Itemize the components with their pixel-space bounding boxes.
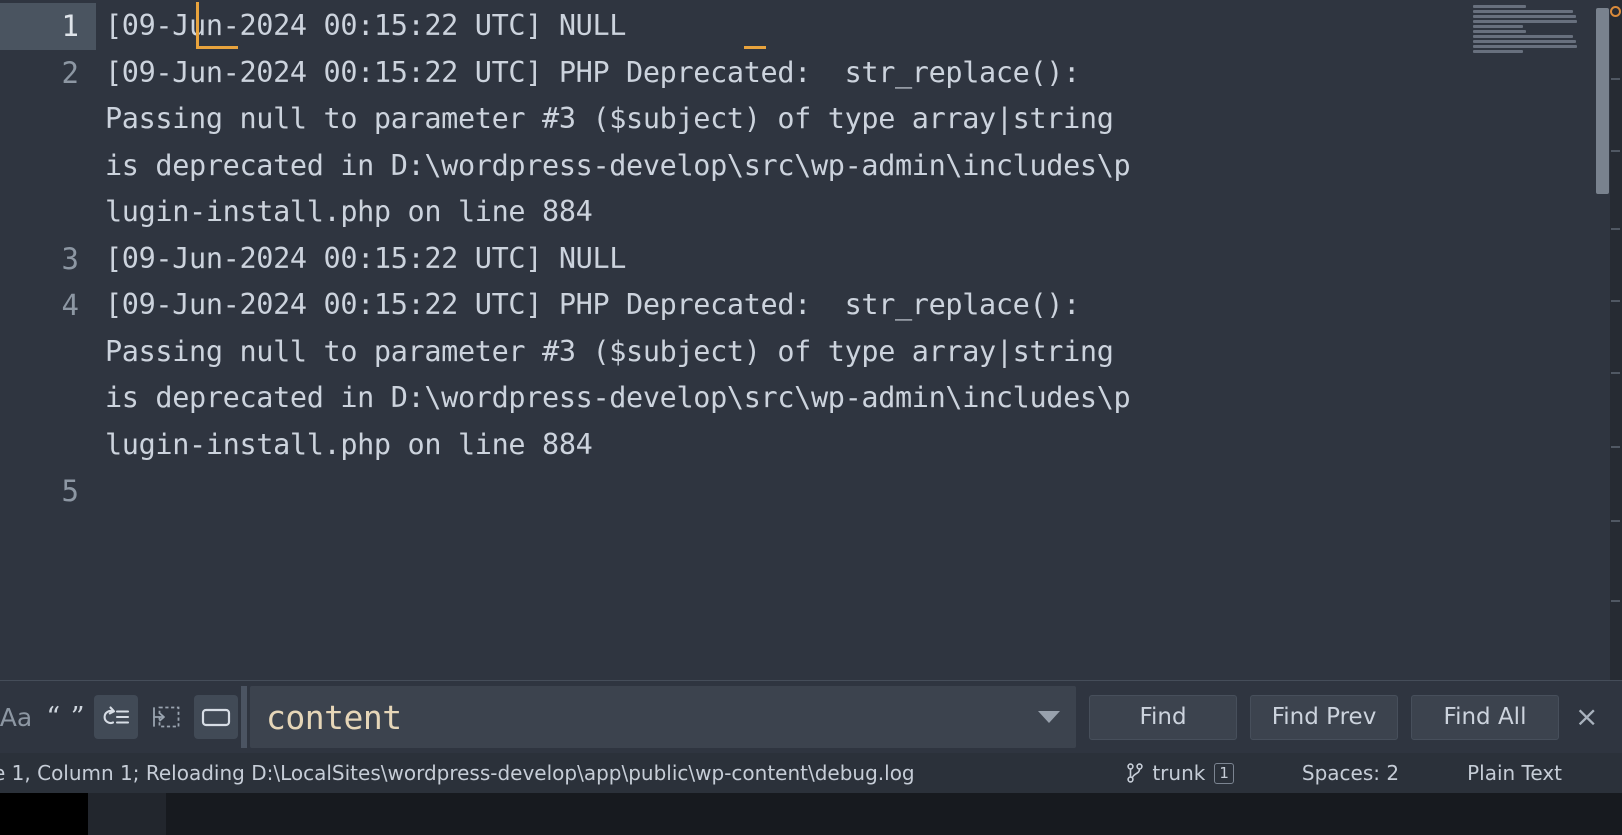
branch-icon [1127,763,1144,783]
code-line[interactable]: [09-Jun-2024 00:15:22 UTC] PHP Deprecate… [96,50,1622,97]
record-icon [1610,6,1621,17]
code-line[interactable]: Passing null to parameter #3 ($subject) … [96,329,1622,376]
branch-name: trunk [1152,761,1206,785]
find-bar: Aa “ ” content Find Find Prev Find All × [0,680,1622,753]
active-line-underline [196,46,238,49]
branch-count-badge: 1 [1214,762,1234,784]
line-number-continuation[interactable] [0,189,96,236]
code-line[interactable] [96,468,1622,515]
code-line[interactable]: lugin-install.php on line 884 [96,189,1622,236]
adjacent-window-sliver [1610,0,1622,793]
status-right-group: trunk 1 Spaces: 2 Plain Text [1093,753,1596,793]
minimap-line [1473,35,1573,38]
case-sensitive-icon[interactable]: Aa [0,695,38,739]
status-message: e 1, Column 1; Reloading D:\LocalSites\w… [0,761,915,785]
close-icon[interactable]: × [1575,703,1598,731]
minimap-line [1473,45,1577,48]
code-line[interactable]: [09-Jun-2024 00:15:22 UTC] NULL [96,3,1622,50]
find-button[interactable]: Find [1089,694,1237,740]
search-match-underline [744,46,766,49]
code-line[interactable]: [09-Jun-2024 00:15:22 UTC] PHP Deprecate… [96,282,1622,329]
status-bar: e 1, Column 1; Reloading D:\LocalSites\w… [0,753,1622,793]
search-input-value[interactable]: content [250,698,1038,737]
case-sensitive-label: Aa [0,702,33,732]
minimap-line [1473,25,1523,28]
minimap-line [1473,5,1527,8]
code-line[interactable]: [09-Jun-2024 00:15:22 UTC] NULL [96,236,1622,283]
editor-window: 12345 [09-Jun-2024 00:15:22 UTC] NULL [09… [0,0,1622,835]
line-number[interactable]: 3 [0,236,96,283]
in-selection-icon[interactable] [144,695,188,739]
line-number-continuation[interactable] [0,422,96,469]
minimap-line [1473,20,1577,23]
line-number[interactable]: 5 [0,468,96,515]
line-number[interactable]: 4 [0,282,96,329]
text-cursor [196,2,199,48]
find-prev-button[interactable]: Find Prev [1250,694,1398,740]
chevron-down-icon[interactable] [1038,711,1060,723]
whole-word-label: “ ” [46,701,86,733]
bottom-strip [0,793,1622,835]
minimap-line [1473,30,1527,33]
line-number-continuation[interactable] [0,96,96,143]
editor-area[interactable]: 12345 [09-Jun-2024 00:15:22 UTC] NULL [09… [0,0,1622,680]
minimap-line [1473,50,1523,53]
code-pane[interactable]: [09-Jun-2024 00:15:22 UTC] NULL [09-Jun-2… [96,0,1622,680]
minimap-line [1473,40,1577,43]
status-indentation[interactable]: Spaces: 2 [1268,761,1433,785]
scrollbar-thumb[interactable] [1596,8,1609,194]
whole-word-icon[interactable]: “ ” [44,695,88,739]
status-syntax[interactable]: Plain Text [1433,761,1596,785]
editor-vertical-scrollbar[interactable] [1594,0,1610,680]
line-number[interactable]: 1 [0,3,96,50]
code-line[interactable]: is deprecated in D:\wordpress-develop\sr… [96,375,1622,422]
status-branch[interactable]: trunk 1 [1093,761,1268,785]
line-number-continuation[interactable] [0,375,96,422]
minimap-line [1473,15,1577,18]
code-line[interactable]: lugin-install.php on line 884 [96,422,1622,469]
line-number[interactable]: 2 [0,50,96,97]
search-input-edge [241,686,247,748]
line-number-continuation[interactable] [0,143,96,190]
line-number-gutter: 12 34 5 [0,0,96,680]
wrap-around-icon[interactable] [94,695,138,739]
line-number-continuation[interactable] [0,329,96,376]
minimap[interactable] [1467,0,1587,680]
find-all-button[interactable]: Find All [1411,694,1559,740]
highlight-results-icon[interactable] [194,695,238,739]
search-input[interactable]: content [241,686,1076,748]
code-line[interactable]: Passing null to parameter #3 ($subject) … [96,96,1622,143]
code-line[interactable]: is deprecated in D:\wordpress-develop\sr… [96,143,1622,190]
minimap-gap [1473,55,1587,60]
minimap-line [1473,10,1573,13]
